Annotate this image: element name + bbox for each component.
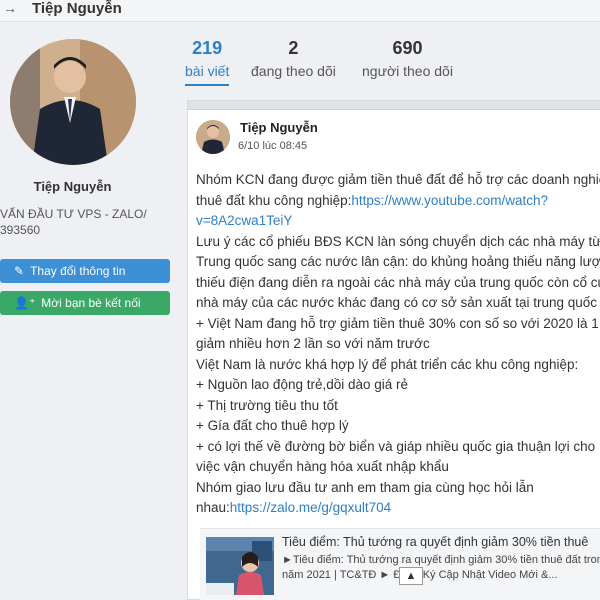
top-bar: → Tiệp Nguyễn — [0, 0, 600, 22]
post-text: Việt Nam là nước khá hợp lý để phát triể… — [196, 356, 579, 372]
stat-posts[interactable]: 219 bài viết — [185, 36, 230, 86]
stat-number: 2 — [288, 38, 299, 58]
stat-number: 219 — [192, 38, 223, 58]
post-timestamp[interactable]: 6/10 lúc 08:45 — [238, 140, 307, 152]
post-line: thuê đất khu công nghiệp:https://www.you… — [196, 191, 600, 212]
post-line: Nhóm giao lưu đầu tư anh em tham gia cùn… — [196, 478, 600, 499]
stat-number: 690 — [392, 38, 423, 58]
post-text: + Việt Nam đang hỗ trợ giảm tiền thuê 30… — [196, 315, 599, 331]
edit-profile-label: Thay đổi thông tin — [30, 264, 126, 278]
post-text: + Gía đất cho thuê hợp lý — [196, 418, 349, 433]
post-line: giảm nhiều hơn 2 lần so với năm trước — [196, 334, 600, 355]
arrow-right-icon[interactable]: → — [3, 0, 17, 16]
profile-bio-line: VẤN ĐẦU TƯ VPS - ZALO/ — [0, 207, 147, 221]
post-line: + Thị trường tiêu thu tốt — [196, 396, 600, 417]
stat-label: đang theo dõi — [251, 63, 336, 79]
post-line: nhà máy của các nước khác đang có cơ sở … — [196, 293, 600, 314]
post-line: + Việt Nam đang hỗ trợ giảm tiền thuê 30… — [196, 314, 600, 335]
profile-sidebar: Tiệp Nguyễn VẤN ĐẦU TƯ VPS - ZALO/ 39356… — [0, 22, 180, 600]
post-line: Lưu ý các cổ phiếu BĐS KCN làn sóng chuy… — [196, 232, 600, 253]
post-body: Nhóm KCN đang được giảm tiền thuê đất để… — [196, 170, 600, 519]
preview-title[interactable]: Tiêu điểm: Thủ tướng ra quyết định giảm … — [282, 535, 588, 549]
post-text: giảm nhiều hơn 2 lần so với năm trước — [196, 336, 430, 351]
post-text: thiếu điện đang diễn ra ngoài các nhà má… — [196, 274, 600, 290]
post-text: + Thị trường tiêu thu tốt — [196, 397, 338, 413]
scroll-top-icon[interactable]: ▲ — [399, 567, 423, 585]
post-line: Nhóm KCN đang được giảm tiền thuê đất để… — [196, 170, 600, 191]
stat-label: người theo dõi — [362, 63, 453, 79]
profile-bio: VẤN ĐẦU TƯ VPS - ZALO/ 393560 — [0, 206, 175, 238]
post-line: Việt Nam là nước khá hợp lý để phát triể… — [196, 355, 600, 376]
profile-stats: 219 bài viết 2 đang theo dõi 690 người t… — [185, 36, 600, 92]
post-text: việc vận chuyển hàng hóa xuất nhập khẩu — [196, 459, 449, 474]
post-content: Tiệp Nguyễn 6/10 lúc 08:45 Nhóm KCN đang… — [188, 109, 600, 600]
post-text: Lưu ý các cổ phiếu BĐS KCN làn sóng chuy… — [196, 233, 600, 249]
zalo-group-link[interactable]: https://zalo.me/g/gqxult704 — [230, 500, 391, 515]
post-card: Tiệp Nguyễn 6/10 lúc 08:45 Nhóm KCN đang… — [187, 100, 600, 600]
post-line: v=8A2cwa1TeiY — [196, 211, 600, 232]
post-text: Trung quốc sang các nước lân cận: do khủ… — [196, 254, 600, 269]
invite-friends-button[interactable]: 👤⁺ Mời bạn bè kết nối — [0, 291, 170, 315]
post-text: + Nguồn lao động trẻ,dồi dào giá rẻ — [196, 377, 409, 392]
edit-profile-button[interactable]: ✎ Thay đổi thông tin — [0, 259, 170, 283]
post-line: nhau:https://zalo.me/g/gqxult704 — [196, 498, 600, 519]
page-title: Tiệp Nguyễn — [32, 0, 122, 17]
avatar[interactable] — [10, 39, 136, 165]
post-line: + Nguồn lao động trẻ,dồi dào giá rẻ — [196, 375, 600, 396]
edit-icon: ✎ — [14, 264, 25, 278]
post-text: Nhóm giao lưu đầu tư anh em tham gia cùn… — [196, 479, 534, 495]
post-author-avatar[interactable] — [196, 120, 230, 154]
link-preview[interactable]: Tiêu điểm: Thủ tướng ra quyết định giảm … — [200, 528, 600, 600]
post-author[interactable]: Tiệp Nguyễn — [240, 120, 318, 135]
post-line: thiếu điện đang diễn ra ngoài các nhà má… — [196, 273, 600, 294]
preview-thumbnail[interactable] — [206, 537, 274, 595]
invite-friends-label: Mời bạn bè kết nối — [41, 296, 141, 310]
stat-followers[interactable]: 690 người theo dõi — [362, 36, 453, 82]
post-text: thuê đất khu công nghiệp: — [196, 192, 352, 208]
post-text: Nhóm KCN đang được giảm tiền thuê đất để… — [196, 172, 600, 187]
youtube-link[interactable]: https://www.youtube.com/watch? — [351, 193, 548, 208]
post-line: việc vận chuyển hàng hóa xuất nhập khẩu — [196, 457, 600, 478]
profile-name: Tiệp Nguyễn — [33, 179, 112, 194]
stat-label: bài viết — [185, 60, 230, 86]
stat-following[interactable]: 2 đang theo dõi — [251, 36, 336, 82]
profile-bio-line: 393560 — [0, 223, 41, 237]
post-text: nhau: — [196, 500, 230, 515]
post-line: + Gía đất cho thuê hợp lý — [196, 416, 600, 437]
add-user-icon: 👤⁺ — [14, 296, 36, 310]
post-text: + có lợi thế về đường bờ biển và giáp nh… — [196, 438, 596, 454]
preview-description: ►Tiêu điểm: Thủ tướng ra quyết định giảm… — [282, 554, 600, 581]
post-text: nhà máy của các nước khác đang có cơ sở … — [196, 295, 598, 310]
post-line: Trung quốc sang các nước lân cận: do khủ… — [196, 252, 600, 273]
youtube-link[interactable]: v=8A2cwa1TeiY — [196, 213, 292, 228]
card-strip — [188, 101, 600, 109]
post-line: + có lợi thế về đường bờ biển và giáp nh… — [196, 437, 600, 458]
